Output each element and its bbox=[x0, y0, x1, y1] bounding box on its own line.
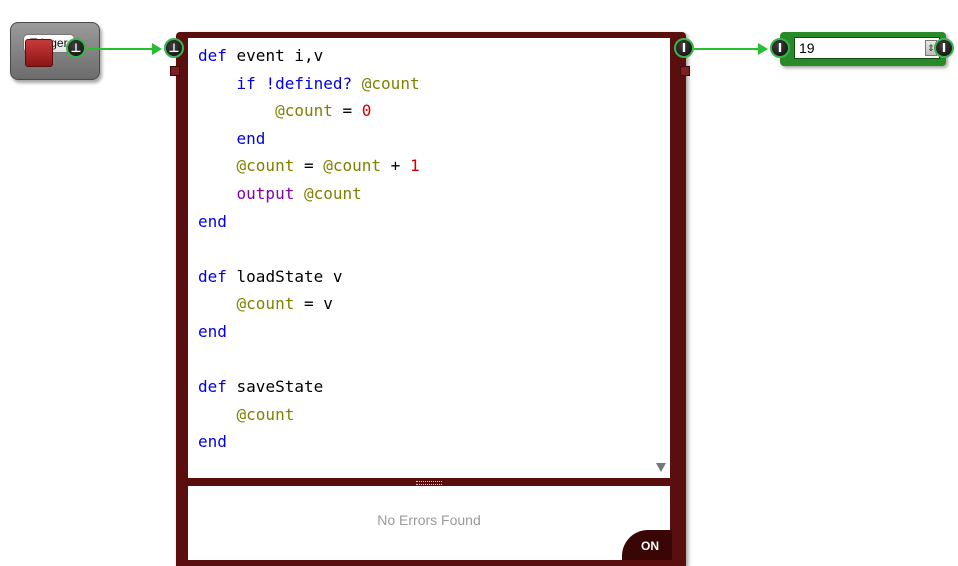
wire-ruby-to-value bbox=[694, 48, 760, 50]
ruby-output-pin[interactable]: I bbox=[674, 38, 694, 58]
ruby-resize-handle-left[interactable] bbox=[170, 66, 180, 76]
ruby-input-pin[interactable]: ⊥ bbox=[164, 38, 184, 58]
trigger-output-pin[interactable]: ⊥ bbox=[66, 38, 86, 58]
code-line: if !defined? @count bbox=[236, 73, 420, 93]
code-editor[interactable]: def event i,v if !defined? @count @count… bbox=[188, 38, 670, 478]
code-line: end bbox=[236, 128, 266, 148]
splitter-handle[interactable] bbox=[416, 481, 442, 485]
code-line: def saveState bbox=[198, 377, 324, 397]
value-output-pin[interactable]: I bbox=[934, 38, 954, 58]
trigger-module[interactable]: Trigger bbox=[10, 22, 100, 80]
value-text: 19 bbox=[799, 40, 815, 56]
code-line: def loadState v bbox=[198, 266, 343, 286]
trigger-button[interactable] bbox=[25, 39, 53, 67]
wire-arrowhead bbox=[152, 43, 162, 55]
wire-arrowhead bbox=[758, 43, 768, 55]
code-line: end bbox=[198, 211, 227, 231]
ruby-resize-handle-right[interactable] bbox=[680, 66, 690, 76]
on-toggle-button[interactable]: ON bbox=[622, 530, 672, 560]
error-status: No Errors Found bbox=[377, 512, 481, 528]
value-field[interactable]: 19 ⇕ bbox=[794, 37, 940, 59]
code-line: output @count bbox=[236, 183, 362, 203]
code-line: end bbox=[198, 321, 227, 341]
value-input-pin[interactable]: I bbox=[770, 38, 790, 58]
code-line: def event i,v bbox=[198, 46, 324, 65]
wire-trigger-to-ruby bbox=[88, 48, 154, 50]
scroll-down-icon[interactable] bbox=[656, 463, 666, 472]
error-panel: No Errors Found ON bbox=[188, 486, 672, 560]
code-line: @count = 0 bbox=[275, 101, 372, 121]
code-line: @count = @count + 1 bbox=[236, 156, 420, 176]
code-text: def event i,v if !defined? @count @count… bbox=[188, 38, 670, 456]
code-line: @count = v bbox=[236, 294, 333, 314]
code-line: end bbox=[198, 432, 227, 452]
value-box-module[interactable]: 19 ⇕ bbox=[780, 32, 946, 66]
ruby-module[interactable]: def event i,v if !defined? @count @count… bbox=[176, 32, 686, 566]
code-line: @count bbox=[236, 404, 295, 424]
